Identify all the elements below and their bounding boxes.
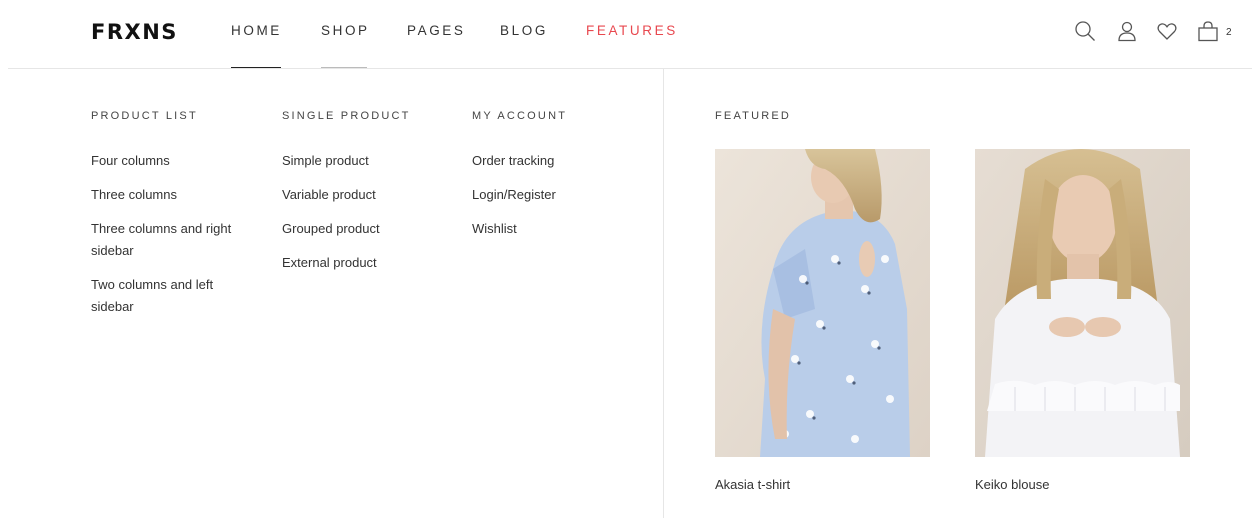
- menu-item-two-columns-left-sidebar[interactable]: Two columns and left sidebar: [91, 274, 251, 318]
- menu-item-wishlist[interactable]: Wishlist: [472, 218, 622, 240]
- header-divider: [8, 68, 1252, 69]
- product-image[interactable]: [975, 149, 1190, 457]
- menu-list: Simple product Variable product Grouped …: [282, 150, 452, 274]
- heart-icon[interactable]: [1156, 20, 1178, 42]
- menu-item-login-register[interactable]: Login/Register: [472, 184, 622, 206]
- product-name[interactable]: Akasia t-shirt: [715, 477, 930, 492]
- featured-title: FEATURED: [715, 110, 792, 122]
- logo[interactable]: FRXNS: [91, 20, 178, 44]
- featured-product-card[interactable]: Akasia t-shirt: [715, 149, 930, 492]
- menu-column-my-account: MY ACCOUNT Order tracking Login/Register…: [472, 110, 622, 252]
- nav-features[interactable]: FEATURES: [586, 23, 678, 38]
- menu-column-single-product: SINGLE PRODUCT Simple product Variable p…: [282, 110, 452, 286]
- cart-count: 2: [1226, 27, 1232, 38]
- bag-icon[interactable]: [1197, 20, 1219, 42]
- menu-item-simple-product[interactable]: Simple product: [282, 150, 452, 172]
- column-title: SINGLE PRODUCT: [282, 110, 411, 122]
- column-title: MY ACCOUNT: [472, 110, 568, 122]
- menu-item-three-columns-right-sidebar[interactable]: Three columns and right sidebar: [91, 218, 251, 262]
- user-icon[interactable]: [1116, 20, 1138, 42]
- site-header: FRXNS HOME SHOP PAGES BLOG FEATURES 2: [0, 0, 1252, 69]
- menu-item-variable-product[interactable]: Variable product: [282, 184, 452, 206]
- mega-menu-divider: [663, 69, 664, 518]
- nav-blog[interactable]: BLOG: [500, 23, 548, 38]
- nav-pages[interactable]: PAGES: [407, 23, 466, 38]
- menu-list: Four columns Three columns Three columns…: [91, 150, 251, 318]
- nav-home[interactable]: HOME: [231, 23, 282, 38]
- nav-shop[interactable]: SHOP: [321, 23, 370, 38]
- menu-item-order-tracking[interactable]: Order tracking: [472, 150, 622, 172]
- menu-column-product-list: PRODUCT LIST Four columns Three columns …: [91, 110, 251, 330]
- search-icon[interactable]: [1074, 20, 1096, 42]
- featured-product-card[interactable]: Keiko blouse: [975, 149, 1190, 492]
- product-name[interactable]: Keiko blouse: [975, 477, 1190, 492]
- product-image[interactable]: [715, 149, 930, 457]
- menu-item-three-columns[interactable]: Three columns: [91, 184, 251, 206]
- menu-item-four-columns[interactable]: Four columns: [91, 150, 251, 172]
- column-title: PRODUCT LIST: [91, 110, 198, 122]
- menu-item-grouped-product[interactable]: Grouped product: [282, 218, 452, 240]
- menu-item-external-product[interactable]: External product: [282, 252, 452, 274]
- menu-list: Order tracking Login/Register Wishlist: [472, 150, 622, 240]
